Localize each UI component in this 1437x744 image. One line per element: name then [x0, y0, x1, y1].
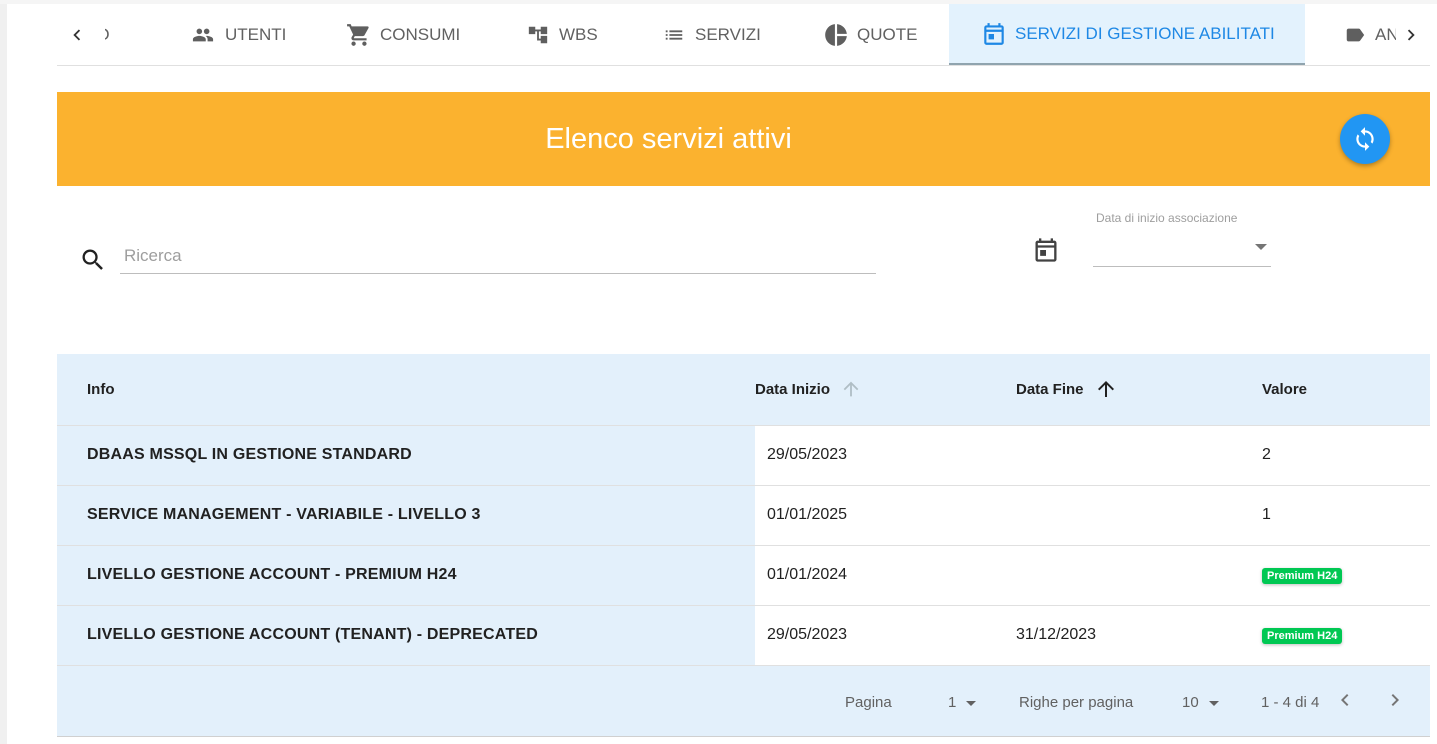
cell-end	[1016, 544, 1262, 605]
page-select[interactable]: 1	[948, 694, 977, 711]
page-label: Pagina	[845, 694, 892, 711]
header-value-label: Valore	[1262, 380, 1308, 398]
cell-info: DBAAS MSSQL IN GESTIONE STANDARD	[57, 424, 755, 485]
table-row[interactable]: DBAAS MSSQL IN GESTIONE STANDARD 29/05/2…	[57, 424, 1430, 485]
table-row[interactable]: LIVELLO GESTIONE ACCOUNT - PREMIUM H24 0…	[57, 544, 1430, 605]
cell-value: Premium H24	[1262, 604, 1430, 665]
tab-scroll-left-button[interactable]	[62, 4, 92, 65]
rows-per-page-select[interactable]: 10	[1182, 694, 1219, 711]
cart-icon	[347, 23, 369, 46]
rows-per-page-label: Righe per pagina	[1019, 694, 1134, 711]
table-row[interactable]: SERVICE MANAGEMENT - VARIABILE - LIVELLO…	[57, 484, 1430, 545]
date-filter-select[interactable]	[1093, 230, 1271, 267]
chevron-left-icon	[1341, 694, 1349, 706]
tab-servizi[interactable]: SERVIZI	[661, 4, 761, 65]
list-icon	[665, 29, 683, 40]
calendar-icon	[984, 22, 1004, 45]
refresh-button[interactable]	[1340, 114, 1390, 164]
previous-page-button[interactable]	[1333, 688, 1357, 716]
table-header-row: Info Data Inizio Data Fine Valore	[57, 354, 1430, 425]
caret-down-icon	[966, 700, 977, 706]
label-icon	[1346, 28, 1365, 41]
calendar-icon[interactable]	[1032, 236, 1060, 264]
tab-label: SERVIZI DI GESTIONE ABILITATI	[1015, 23, 1275, 43]
header-end-label: Data Fine	[1016, 380, 1084, 398]
tab-utenti[interactable]: UTENTI	[189, 4, 286, 65]
caret-down-icon	[1255, 244, 1267, 250]
refresh-icon	[1356, 127, 1374, 151]
tab-wbs[interactable]: WBS	[525, 4, 598, 65]
cell-value: 2	[1262, 424, 1430, 485]
status-badge: Premium H24	[1262, 568, 1343, 584]
cell-end	[1016, 484, 1262, 545]
cell-end	[1016, 424, 1262, 485]
rows-per-page-value: 10	[1182, 694, 1199, 711]
header-info-label: Info	[87, 380, 115, 398]
header-info: Info	[57, 354, 755, 425]
sort-arrow-up-icon[interactable]	[840, 378, 862, 400]
page-title: Elenco servizi attivi	[545, 122, 792, 155]
tab-an[interactable]: AN	[1343, 4, 1399, 65]
cell-value: Premium H24	[1262, 544, 1430, 605]
status-badge: Premium H24	[1262, 628, 1343, 645]
cell-start: 29/05/2023	[755, 424, 1016, 485]
cell-info: LIVELLO GESTIONE ACCOUNT - PREMIUM H24	[57, 544, 755, 605]
filter-panel: Data di inizio associazione	[57, 186, 1430, 354]
cell-start: 01/01/2025	[755, 484, 1016, 545]
services-table: Info Data Inizio Data Fine Valore DBAAS …	[57, 354, 1430, 665]
chevron-right-icon	[1391, 694, 1399, 706]
header-valore: Valore	[1262, 354, 1430, 425]
header-start-label: Data Inizio	[755, 380, 831, 398]
tab-label: UTENTI	[225, 24, 287, 44]
tab-label: WBS	[559, 24, 598, 44]
cell-info: LIVELLO GESTIONE ACCOUNT (TENANT) - DEPR…	[57, 604, 755, 665]
services-banner: Elenco servizi attivi	[57, 92, 1430, 186]
left-edge	[0, 0, 7, 744]
search-input[interactable]	[120, 238, 876, 274]
tab-bar: GLIO UTENTI CONSUMI WBS SERVIZI QUOTE SE…	[57, 4, 1430, 66]
cell-start: 01/01/2024	[755, 544, 1016, 605]
sort-arrow-up-icon[interactable]	[1094, 377, 1118, 401]
pie-icon	[825, 23, 847, 46]
page-range: 1 - 4 di 4	[1261, 694, 1320, 711]
tree-icon	[528, 26, 548, 43]
cell-end: 31/12/2023	[1016, 604, 1262, 665]
tab-consumi[interactable]: CONSUMI	[346, 4, 460, 65]
tab-label: SERVIZI	[695, 24, 761, 44]
people-icon	[192, 28, 214, 41]
search-icon	[82, 249, 103, 270]
cell-start: 29/05/2023	[755, 604, 1016, 665]
date-filter-label: Data di inizio associazione	[1096, 211, 1238, 225]
chevron-right-icon	[1407, 29, 1415, 40]
cell-value: 1	[1262, 484, 1430, 545]
header-data-fine[interactable]: Data Fine	[1016, 354, 1262, 425]
table-row[interactable]: LIVELLO GESTIONE ACCOUNT (TENANT) - DEPR…	[57, 604, 1430, 665]
tab-scroll-right-button[interactable]	[1396, 4, 1426, 65]
tab-label: CONSUMI	[380, 24, 461, 44]
tab-servizi-gestione-abilitati[interactable]: SERVIZI DI GESTIONE ABILITATI	[949, 4, 1305, 65]
tab-quote[interactable]: QUOTE	[823, 4, 917, 65]
next-page-button[interactable]	[1383, 688, 1407, 716]
page-value: 1	[948, 694, 957, 711]
cell-info: SERVICE MANAGEMENT - VARIABILE - LIVELLO…	[57, 484, 755, 545]
tab-label: QUOTE	[857, 24, 918, 44]
chevron-left-icon	[73, 29, 81, 40]
caret-down-icon	[1208, 700, 1219, 706]
pagination-bar: Pagina 1 Righe per pagina 10 1 - 4 di 4	[57, 665, 1430, 737]
header-data-inizio[interactable]: Data Inizio	[755, 354, 1016, 425]
